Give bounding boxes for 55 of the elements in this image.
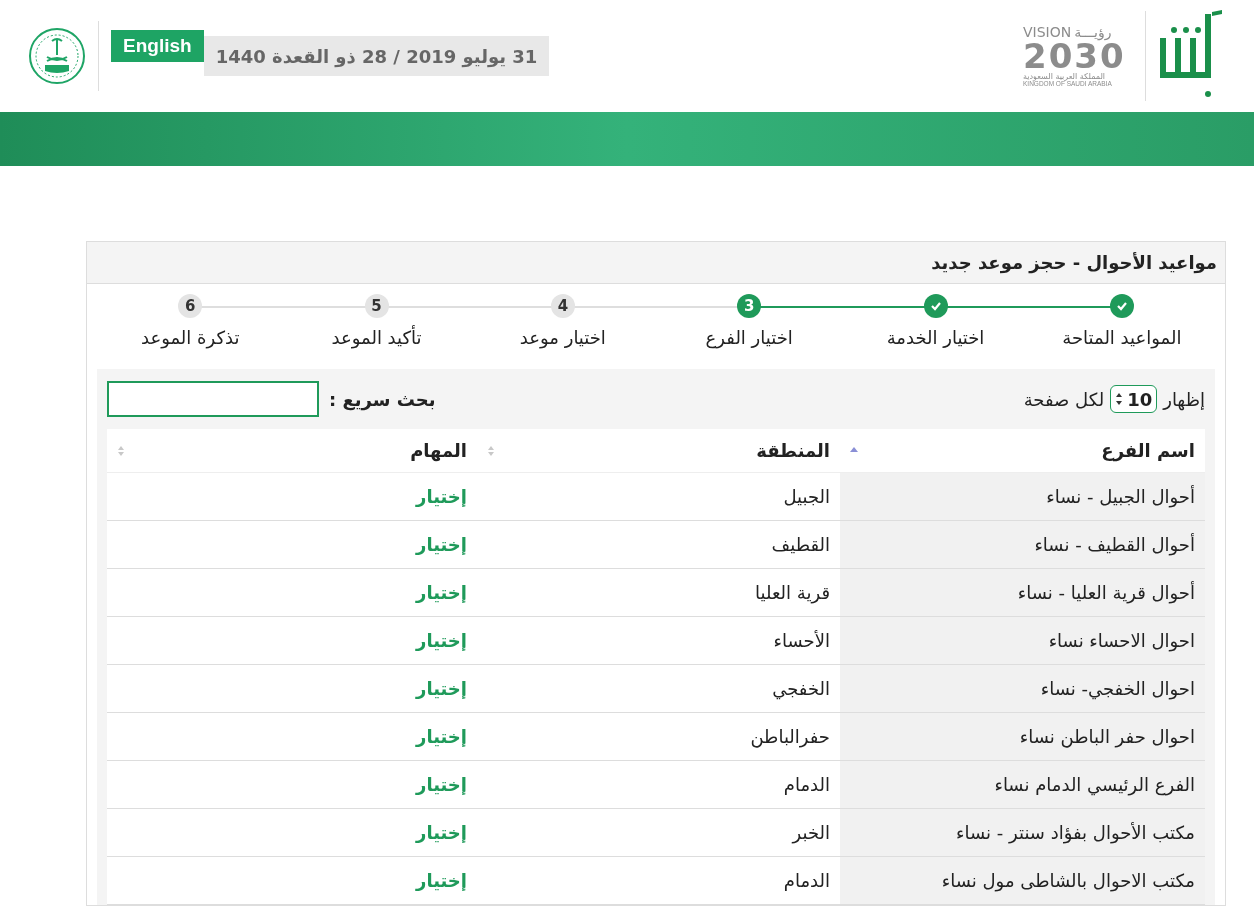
date-text: 31 يوليو 2019 / 28 ذو القعدة 1440 <box>203 36 550 76</box>
spinner-icon <box>1115 391 1124 407</box>
cell-text: احوال حفر الباطن نساء <box>1019 725 1195 750</box>
step-label: المواعيد المتاحة <box>1062 326 1182 351</box>
cell-text: الفرع الرئيسي الدمام نساء <box>994 773 1195 798</box>
cell-text: مكتب الاحوال بالشاطى مول نساء <box>941 869 1195 894</box>
cell-text: احوال الخفجي- نساء <box>1040 677 1195 702</box>
cell-text: الجبيل <box>783 485 830 509</box>
cell-text: الخفجي <box>772 677 830 702</box>
cell-text: أحوال الجبيل - نساء <box>1046 484 1195 510</box>
panel-title: مواعيد الأحوال - حجز موعد جديد <box>87 242 1225 284</box>
cell-text: الدمام <box>783 773 830 797</box>
cell-text: احوال الاحساء نساء <box>1048 629 1195 654</box>
cell-text: أحوال قرية العليا - نساء <box>1017 580 1195 606</box>
logo-text: VISION <box>1023 24 1072 39</box>
check-icon <box>929 300 942 312</box>
cell-text: مكتب الأحوال بفؤاد سنتر - نساء <box>956 821 1195 846</box>
select-link[interactable]: إختيار <box>416 483 467 510</box>
step-label: اختيار الفرع <box>705 326 793 351</box>
per-page-label: لكل صفحة <box>1023 387 1105 412</box>
logo-text: المملكة العربية السعودية <box>1023 72 1106 81</box>
select-link[interactable]: إختيار <box>416 531 467 558</box>
show-label: إظهار <box>1163 387 1205 413</box>
select-link[interactable]: إختيار <box>416 867 467 894</box>
logo-text: رؤيـــة <box>1074 24 1112 39</box>
step-label: تذكرة الموعد <box>140 326 240 351</box>
step-number: 6 <box>185 295 196 317</box>
page-size-select[interactable]: 10 <box>1110 385 1158 413</box>
emblem-icon <box>28 27 86 85</box>
step-number: 3 <box>743 295 755 317</box>
cell-text: الخبر <box>792 821 830 846</box>
step-label: تأكيد الموعد <box>331 324 422 351</box>
step-label: اختيار الخدمة <box>886 326 985 350</box>
cell-text: الأحساء <box>773 629 830 653</box>
select-link[interactable]: إختيار <box>416 771 467 798</box>
select-link[interactable]: إختيار <box>416 723 467 750</box>
cell-text: قرية العليا <box>755 581 830 606</box>
search-label: بحث سريع : <box>329 387 436 413</box>
cell-text: حفرالباطن <box>750 725 830 750</box>
column-header[interactable]: المهام <box>410 437 467 464</box>
step-number: 4 <box>557 295 569 317</box>
select-link[interactable]: إختيار <box>416 579 467 606</box>
step-label: اختيار موعد <box>519 326 606 351</box>
language-button[interactable]: English <box>111 30 204 62</box>
step-number: 5 <box>371 295 382 317</box>
select-link[interactable]: إختيار <box>416 819 467 846</box>
column-header[interactable]: المنطقة <box>756 437 830 464</box>
select-link[interactable]: إختيار <box>416 627 467 654</box>
check-icon <box>1115 300 1128 312</box>
cell-text: القطيف <box>771 533 830 557</box>
column-header[interactable]: اسم الفرع <box>1101 437 1195 464</box>
cell-text: الدمام <box>783 869 830 893</box>
search-field[interactable] <box>107 381 319 417</box>
cell-text: أحوال القطيف - نساء <box>1034 532 1195 558</box>
select-link[interactable]: إختيار <box>416 675 467 702</box>
